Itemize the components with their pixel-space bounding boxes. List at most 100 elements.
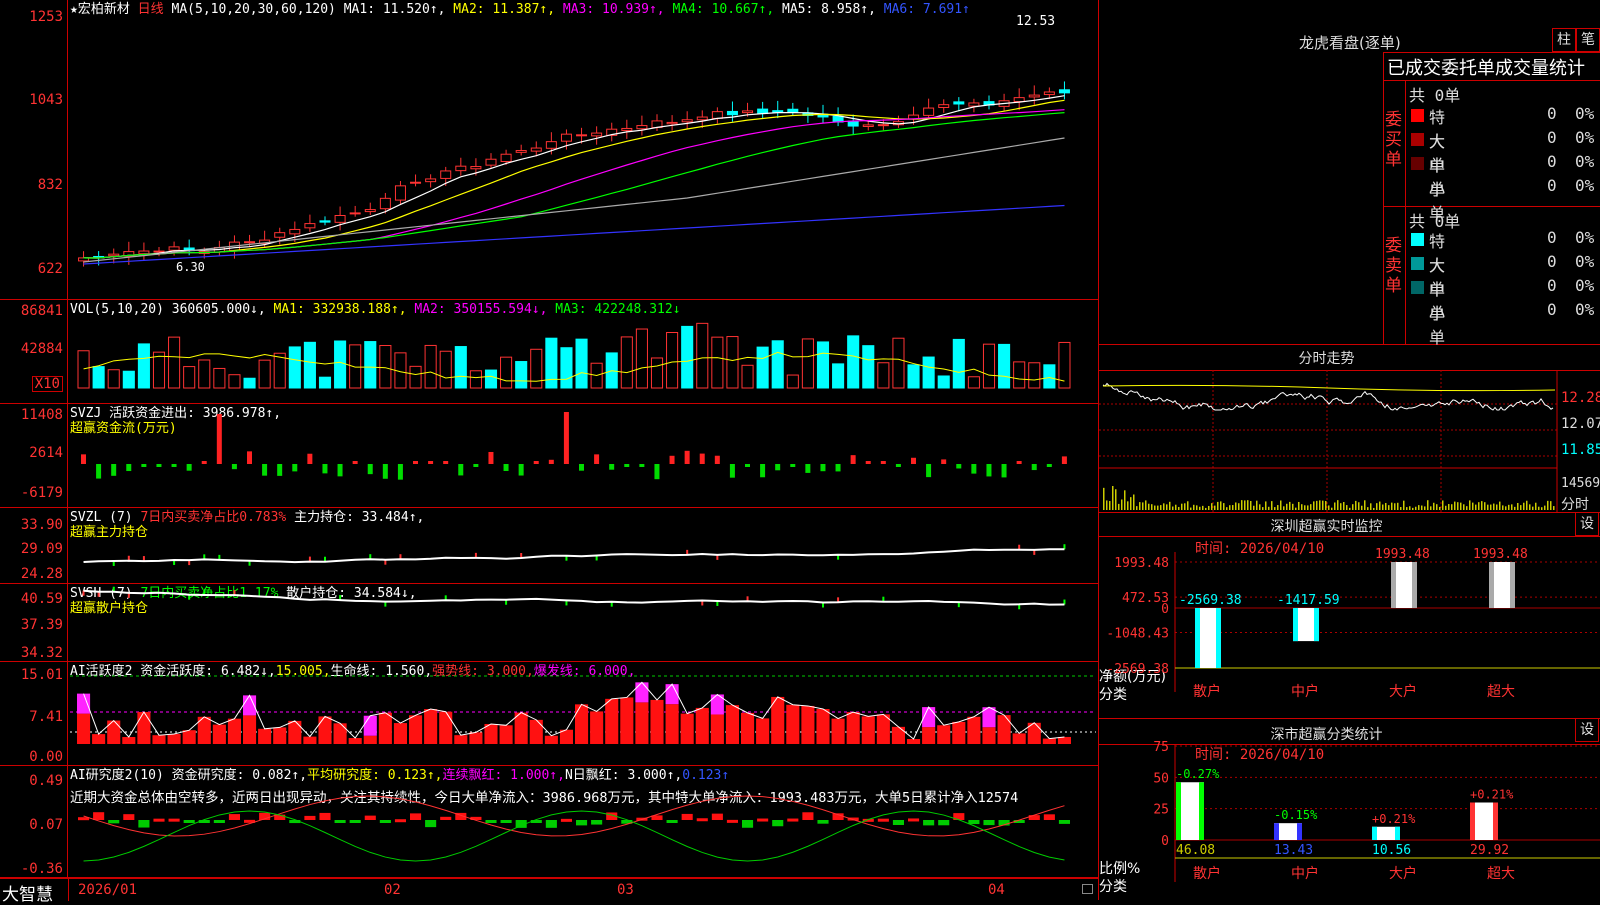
fund-flow-bar xyxy=(171,464,177,467)
brand-label: 大智慧 xyxy=(2,885,53,905)
svzl-panel[interactable]: 33.90 29.09 24.28 SVZL (7) 7日内买卖净占比0.783… xyxy=(0,508,1098,584)
sell-row-count: 0 xyxy=(1547,228,1557,247)
intraday-volume-bar xyxy=(1202,505,1204,510)
intraday-volume-bar xyxy=(1283,506,1285,510)
candle-body xyxy=(455,165,467,172)
svsh-chart[interactable] xyxy=(0,584,1098,662)
price-panel[interactable]: 1253 1043 832 622 ★宏柏新材 日线 MA(5,10,20,30… xyxy=(0,0,1098,300)
intraday-volume-bar xyxy=(1238,503,1240,510)
buy-label: 委买单 xyxy=(1385,110,1402,170)
research-bar xyxy=(425,820,437,828)
intraday-volume-bar xyxy=(1514,506,1516,510)
svzj-chart[interactable] xyxy=(0,404,1098,508)
intraday-volume-bar xyxy=(1211,503,1213,510)
fund-flow-bar xyxy=(926,464,932,478)
fund-flow-bar xyxy=(820,464,826,472)
intraday-volume-bar xyxy=(1400,506,1402,510)
fund-flow-bar xyxy=(805,464,811,473)
intraday-volume-bar xyxy=(1544,505,1546,510)
volume-bar xyxy=(681,325,694,389)
intraday-volume-bar xyxy=(1373,507,1375,510)
research-bar xyxy=(364,815,376,820)
volume-bar xyxy=(560,347,573,389)
ai-activity-panel[interactable]: 15.01 7.41 0.00 AI活跃度2 资金活跃度: 6.482↓,15.… xyxy=(0,662,1098,766)
svzj-panel[interactable]: 11408 2614 -6179 SVZJ 活跃资金进出: 3986.978↑,… xyxy=(0,404,1098,508)
intraday-volume-bar xyxy=(1505,506,1507,510)
monitor-category: 超大 xyxy=(1487,684,1515,700)
candlestick-chart[interactable] xyxy=(0,0,1098,300)
intraday-volume-bar xyxy=(1127,501,1129,510)
holding-line xyxy=(83,589,1065,606)
activity-bar xyxy=(952,721,966,744)
sell-color-swatch xyxy=(1411,233,1424,246)
intraday-volume-bar xyxy=(1319,500,1321,510)
ai-activity-chart[interactable] xyxy=(0,662,1098,766)
volume-chart[interactable] xyxy=(0,300,1098,404)
intraday-volume-bar xyxy=(1550,501,1552,510)
activity-bar xyxy=(846,712,860,744)
activity-bar xyxy=(333,723,347,744)
volume-bar xyxy=(771,340,784,389)
candle-body xyxy=(425,178,437,183)
bar-mode-button[interactable]: 柱 xyxy=(1552,28,1576,52)
activity-bar xyxy=(967,716,981,744)
date-label: 03 xyxy=(617,882,634,898)
volume-bar xyxy=(152,351,166,389)
research-bar xyxy=(968,820,980,825)
intraday-volume-bar xyxy=(1142,502,1144,510)
fund-flow-bar xyxy=(624,464,630,467)
volume-bar xyxy=(454,346,467,389)
activity-bar xyxy=(182,730,196,744)
tick-mode-button[interactable]: 笔 xyxy=(1576,28,1600,52)
classify-tick: 0 xyxy=(1161,834,1169,849)
intraday-volume-bar xyxy=(1244,500,1246,510)
research-bar xyxy=(696,818,708,822)
lhb-header: 已成交委托单成交量统计 xyxy=(1387,58,1585,79)
activity-peak-bar xyxy=(363,715,377,736)
activity-bar xyxy=(982,727,996,744)
classify-bar-chart[interactable]: 75 50 25 0 -0.27% 46.08 散户 -0.15% 13.43 中户 +0.21% 1… xyxy=(1099,718,1600,900)
volume-bar xyxy=(168,336,181,389)
intraday-volume-bar xyxy=(1451,504,1453,510)
classify-bar-edge xyxy=(1395,826,1400,840)
ai-research-panel[interactable]: 0.49 0.07 -0.36 AI研究度2(10) 资金研究度: 0.082↑… xyxy=(0,766,1098,878)
volume-bar xyxy=(967,376,980,389)
intraday-volume-bar xyxy=(1322,500,1324,510)
intraday-volume-bar xyxy=(1274,507,1276,510)
sell-row-count: 0 xyxy=(1547,252,1557,271)
date-label: 04 xyxy=(988,882,1005,898)
volume-panel[interactable]: 86841 42884 X10 VOL(5,10,20) 360605.000↓… xyxy=(0,300,1098,404)
fund-flow-bar xyxy=(1061,456,1067,464)
activity-bar xyxy=(710,714,724,744)
intraday-volume-bar xyxy=(1547,500,1549,510)
classify-value-label: 29.92 xyxy=(1470,843,1509,858)
ai-research-chart[interactable] xyxy=(0,766,1098,878)
intraday-volume-bar xyxy=(1331,507,1333,510)
intraday-volume-bar xyxy=(1403,500,1405,510)
intraday-volume-bar xyxy=(1463,504,1465,510)
intraday-volume-bar xyxy=(1493,503,1495,510)
fund-flow-bar xyxy=(714,455,720,464)
intraday-volume-bar xyxy=(1490,504,1492,510)
lock-icon[interactable] xyxy=(1082,884,1093,894)
monitor-tick: 1993.48 xyxy=(1114,556,1169,571)
monitor-bar-chart[interactable]: 1993.48472.530-1048.43-2569.38-2569.38散户… xyxy=(1099,512,1600,718)
intraday-volume-bar xyxy=(1469,500,1471,510)
activity-bar xyxy=(876,714,890,744)
intraday-volume-bar xyxy=(1184,503,1186,510)
intraday-volume-bar xyxy=(1529,504,1531,510)
intraday-chart[interactable] xyxy=(1099,344,1600,512)
monitor-bar-label: -2569.38 xyxy=(1179,593,1242,608)
intraday-panel[interactable]: 分时走势 12.28 12.07 11.85 14569 分时 xyxy=(1099,344,1600,513)
research-bar xyxy=(485,820,497,823)
svsh-panel[interactable]: 40.59 37.39 34.32 SVSH (7) 7日内买卖净占比1.17%… xyxy=(0,584,1098,662)
intraday-volume-bar xyxy=(1523,502,1525,510)
research-bar xyxy=(334,820,346,823)
fund-flow-bar xyxy=(579,464,584,471)
buy-row-count: 0 xyxy=(1547,152,1557,171)
svzl-chart[interactable] xyxy=(0,508,1098,584)
volume-bar xyxy=(303,341,316,389)
candle-body xyxy=(349,212,361,215)
volume-bar xyxy=(832,363,845,389)
intraday-volume-bar xyxy=(1325,501,1327,510)
